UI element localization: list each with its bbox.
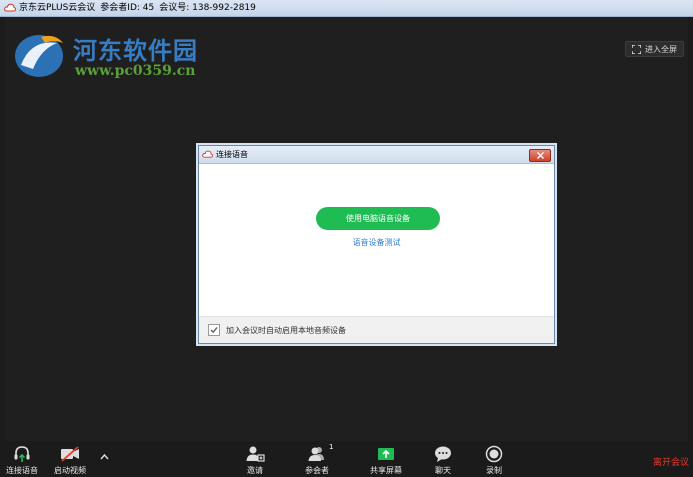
participants-label: 参会者 <box>305 466 329 475</box>
connect-audio-dialog: 连接语音 使用电脑语音设备 语音设备测试 加入会议时自动启用本地音频设备 <box>198 145 555 344</box>
chat-label: 聊天 <box>435 466 451 475</box>
watermark-url: www.pc0359.cn <box>75 63 196 79</box>
invite-label: 邀请 <box>247 466 263 475</box>
app-name: 京东云PLUS云会议 <box>19 3 96 13</box>
chat-bubble-icon <box>435 446 451 462</box>
cloud-logo-icon <box>4 3 16 12</box>
cloud-logo-icon <box>202 150 213 158</box>
connect-audio-label: 连接语音 <box>6 466 38 475</box>
leave-meeting-button[interactable]: 离开会议 <box>653 455 689 468</box>
fullscreen-label: 进入全屏 <box>645 44 677 54</box>
checkmark-icon <box>210 327 218 334</box>
fullscreen-button[interactable]: 进入全屏 <box>625 41 684 57</box>
invite-button[interactable]: 邀请 <box>245 445 265 476</box>
record-icon <box>485 445 503 463</box>
add-user-icon <box>246 446 265 462</box>
meeting-toolbar: 连接语音 启动视频 邀请 1 参会者 共享屏幕 聊天 录制 离开会议 <box>0 441 693 477</box>
use-computer-audio-button[interactable]: 使用电脑语音设备 <box>316 207 440 230</box>
watermark: 河东软件园 www.pc0359.cn <box>11 29 231 89</box>
close-icon <box>536 152 544 159</box>
watermark-title: 河东软件园 <box>73 36 198 65</box>
connect-audio-button[interactable]: 连接语音 <box>6 445 38 476</box>
dialog-footer: 加入会议时自动启用本地音频设备 <box>199 316 554 343</box>
share-screen-icon <box>378 448 394 460</box>
participants-button[interactable]: 1 参会者 <box>305 443 333 476</box>
start-video-button[interactable]: 启动视频 <box>54 445 86 476</box>
record-button[interactable]: 录制 <box>484 445 504 476</box>
audio-test-link[interactable]: 语音设备测试 <box>199 237 554 248</box>
record-label: 录制 <box>486 466 502 475</box>
meeting-id: 会议号: 138-992-2819 <box>159 3 256 13</box>
watermark-logo-icon <box>15 35 63 77</box>
video-off-icon <box>61 446 79 462</box>
dialog-title: 连接语音 <box>216 150 248 159</box>
dialog-close-button[interactable] <box>529 149 551 162</box>
headset-icon <box>14 446 30 462</box>
window-titlebar: 京东云PLUS云会议 参会者ID: 45 会议号: 138-992-2819 <box>0 0 693 17</box>
dialog-titlebar: 连接语音 <box>199 146 554 164</box>
share-screen-label: 共享屏幕 <box>370 466 402 475</box>
auto-join-audio-label: 加入会议时自动启用本地音频设备 <box>226 325 346 335</box>
video-options-chevron-up-icon[interactable] <box>100 453 109 460</box>
fullscreen-icon <box>632 44 641 54</box>
participant-id: 参会者ID: 45 <box>100 3 155 13</box>
auto-join-audio-checkbox[interactable] <box>208 324 220 336</box>
participant-count-badge: 1 <box>329 443 334 451</box>
start-video-label: 启动视频 <box>54 466 86 475</box>
share-screen-button[interactable]: 共享屏幕 <box>370 445 402 476</box>
chat-button[interactable]: 聊天 <box>433 445 453 476</box>
participants-icon <box>308 447 324 461</box>
